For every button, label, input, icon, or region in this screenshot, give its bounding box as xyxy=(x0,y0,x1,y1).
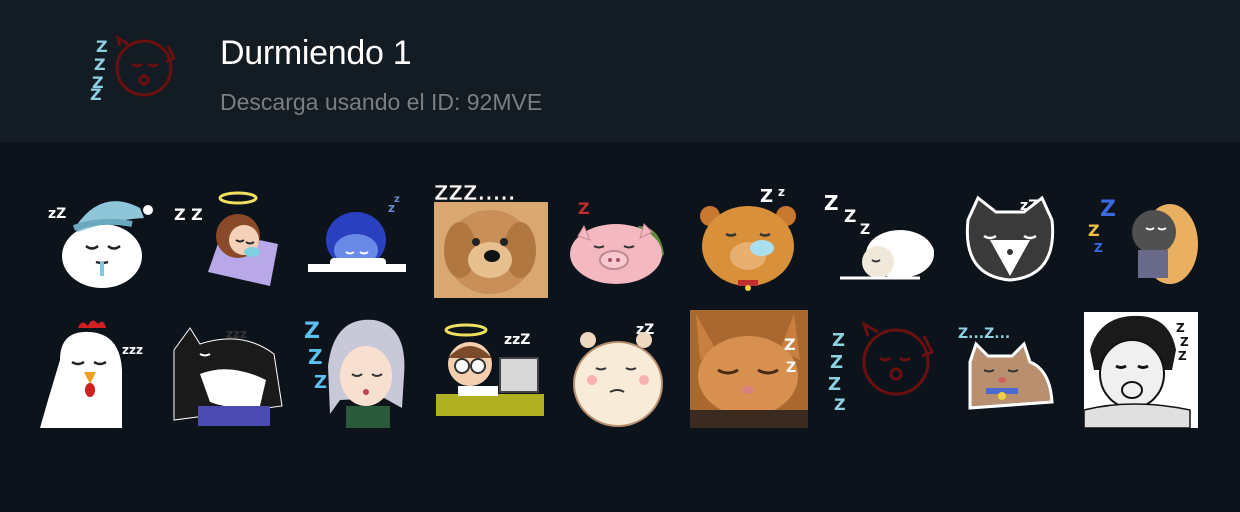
svg-text:Z: Z xyxy=(828,374,841,395)
svg-text:Z: Z xyxy=(1088,221,1100,240)
sticker-angel-girl-sleeping-pillow[interactable]: Z Z xyxy=(170,180,288,298)
svg-text:Z: Z xyxy=(844,207,856,227)
sticker-angel-boy-computer-sleeping[interactable]: zzZ xyxy=(430,310,548,428)
svg-text:Z: Z xyxy=(304,319,320,344)
svg-text:Z: Z xyxy=(96,37,108,56)
svg-text:Z: Z xyxy=(578,199,590,218)
sticker-hamster-sleeping[interactable]: zZ xyxy=(560,310,678,428)
sticker-pig-sleeping[interactable]: Z z xyxy=(560,180,678,298)
svg-text:Z: Z xyxy=(832,330,845,351)
svg-text:Z: Z xyxy=(308,345,323,369)
sticker-cat-face-sleeping[interactable]: zZz xyxy=(950,180,1068,298)
svg-text:Z: Z xyxy=(90,85,102,104)
sticker-manga-man-sleeping[interactable]: Z Z Z xyxy=(1080,310,1198,428)
svg-text:Z: Z xyxy=(824,191,839,215)
sticker-chicken-sleeping[interactable]: zzz xyxy=(40,310,158,428)
sticker-anime-girl-sleeping[interactable]: Z Z Z xyxy=(300,310,418,428)
pack-download-id: Descarga usando el ID: 92MVE xyxy=(220,89,543,115)
svg-text:Z: Z xyxy=(834,395,846,414)
sticker-tuxedo-cat-sleeping[interactable]: zzz xyxy=(170,310,288,428)
svg-text:Z: Z xyxy=(1100,197,1116,222)
sticker-tabby-cat-sleeping-zzz[interactable]: Z...Z... xyxy=(950,310,1068,428)
svg-text:Z: Z xyxy=(314,372,327,393)
svg-text:Z: Z xyxy=(760,186,773,207)
sleeping-face-zzz-icon: Z Z Z Z xyxy=(82,28,182,112)
svg-text:Z: Z xyxy=(860,222,870,238)
sticker-blue-hair-girl-sleeping[interactable]: z z xyxy=(300,180,418,298)
svg-text:Z: Z xyxy=(786,360,796,376)
svg-text:Z Z: Z Z xyxy=(174,205,203,224)
svg-text:Z: Z xyxy=(784,335,796,354)
sticker-dog-photo-zzz[interactable]: ZZZ..... xyxy=(430,180,548,298)
svg-text:Z: Z xyxy=(1178,349,1187,363)
svg-text:Z: Z xyxy=(1094,241,1103,255)
pack-title: Durmiendo 1 xyxy=(220,34,412,72)
svg-text:zZ: zZ xyxy=(48,206,66,222)
sticker-sleeping-face-zzz[interactable]: Z Z Z Z xyxy=(820,310,938,428)
pack-header: Z Z Z Z Durmiendo 1 Descarga usando el I… xyxy=(0,0,1240,142)
svg-text:Z: Z xyxy=(830,352,843,373)
svg-text:Z...Z...: Z...Z... xyxy=(958,326,1010,342)
sticker-grid: zZ Z Z z z ZZZ..... Z Z z Z Z Z Z Z Z zz… xyxy=(40,180,1210,440)
sticker-kid-sleeping-zzz[interactable]: Z Z Z xyxy=(1080,180,1198,298)
sticker-bear-sleeping-bubble[interactable]: Z z xyxy=(690,180,808,298)
svg-text:Z: Z xyxy=(1176,321,1185,335)
sticker-sheep-sleeping[interactable]: Z Z Z xyxy=(820,180,938,298)
sticker-snowman-sleeping-nightcap[interactable]: zZ xyxy=(40,180,158,298)
svg-text:Z: Z xyxy=(94,55,106,74)
svg-text:ZZZ.....: ZZZ..... xyxy=(434,181,516,205)
sticker-orange-cat-photo-sleeping[interactable]: Z Z xyxy=(690,310,808,428)
svg-text:z: z xyxy=(778,185,785,199)
svg-text:z: z xyxy=(394,194,400,205)
svg-text:zzZ: zzZ xyxy=(504,332,530,348)
svg-text:Z: Z xyxy=(1180,335,1189,349)
svg-text:zzz: zzz xyxy=(122,343,143,357)
